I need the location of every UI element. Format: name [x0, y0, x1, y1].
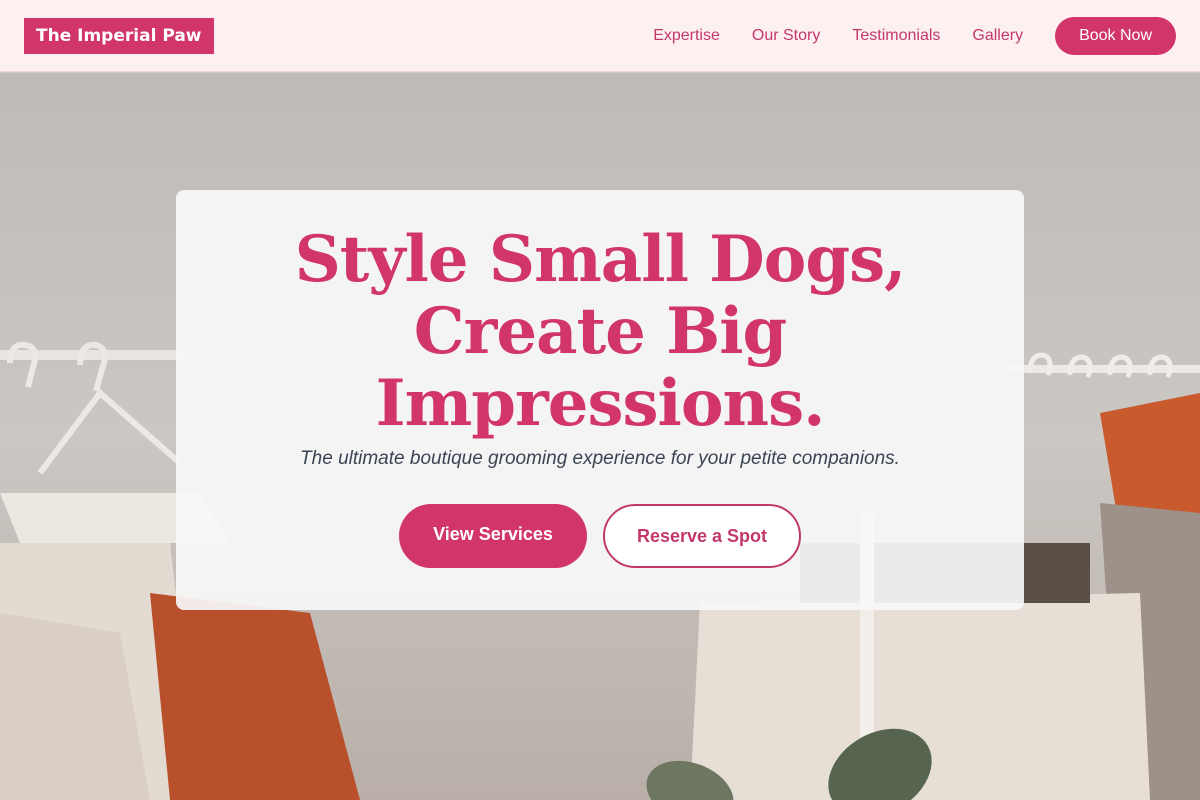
hero-section: Style Small Dogs, Create Big Impressions… [0, 73, 1200, 800]
brand-logo[interactable]: The Imperial Paw [24, 17, 214, 54]
nav-link-expertise[interactable]: Expertise [653, 27, 720, 45]
reserve-spot-button[interactable]: Reserve a Spot [603, 504, 801, 568]
nav-link-testimonials[interactable]: Testimonials [852, 27, 940, 45]
nav-link-gallery[interactable]: Gallery [972, 27, 1023, 45]
main-nav: Expertise Our Story Testimonials Gallery… [621, 16, 1176, 55]
hero-buttons: View Services Reserve a Spot [176, 504, 1024, 568]
hero-headline: Style Small Dogs, Create Big Impressions… [294, 222, 907, 441]
site-header: The Imperial Paw Expertise Our Story Tes… [0, 0, 1200, 72]
view-services-button[interactable]: View Services [399, 504, 587, 568]
nav-link-our-story[interactable]: Our Story [752, 27, 820, 45]
hero-subline: The ultimate boutique grooming experienc… [300, 448, 900, 469]
book-now-button[interactable]: Book Now [1055, 16, 1176, 55]
hero-card: Style Small Dogs, Create Big Impressions… [176, 190, 1024, 610]
